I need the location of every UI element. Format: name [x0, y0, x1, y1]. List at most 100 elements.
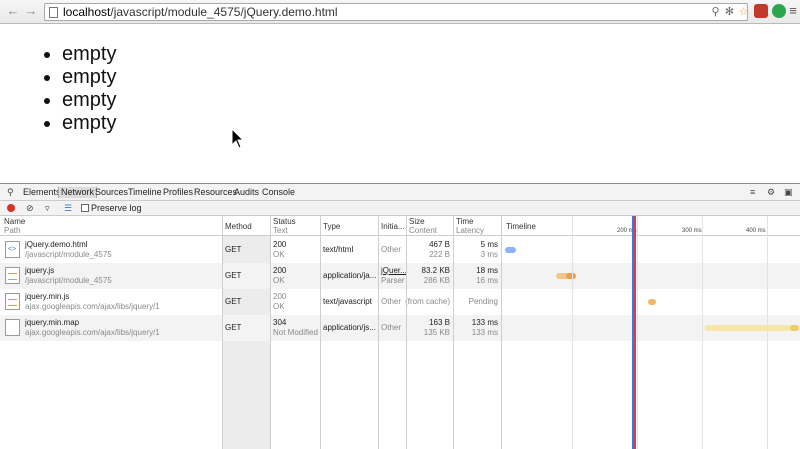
row-latency: 16 ms	[476, 276, 498, 285]
col-method[interactable]: Method	[225, 222, 252, 231]
row-name: jquery.min.js	[25, 292, 70, 301]
row-status: 200	[273, 266, 287, 275]
row-initiator: Other	[381, 323, 402, 332]
row-time: 18 ms	[476, 266, 498, 275]
row-path: ajax.googleapis.com/ajax/libs/jquery/1	[25, 328, 160, 337]
tab-sources[interactable]: Sources	[95, 187, 128, 198]
row-time: 5 ms	[480, 240, 498, 249]
row-size: 163 B	[429, 318, 450, 327]
table-row[interactable]: jquery.min.map ajax.googleapis.com/ajax/l…	[0, 315, 800, 341]
col-type[interactable]: Type	[323, 222, 340, 231]
tab-network[interactable]: Network	[58, 187, 98, 198]
record-icon[interactable]	[7, 204, 15, 212]
col-name[interactable]: Name Path	[4, 217, 25, 235]
row-latency: 3 ms	[480, 250, 498, 259]
row-initiator-link[interactable]: jQuer...	[381, 266, 407, 275]
row-status-text: OK	[273, 276, 285, 285]
row-status: 200	[273, 292, 287, 301]
menu-icon[interactable]: ≡	[786, 4, 800, 18]
bookmark-star-icon[interactable]: ☆	[737, 6, 750, 19]
gear-icon[interactable]: ⚙	[767, 187, 775, 197]
timeline-bar	[705, 325, 799, 331]
list-item: empty	[62, 43, 116, 66]
list-item: empty	[62, 89, 116, 112]
tab-console[interactable]: Console	[262, 187, 295, 198]
row-status: 304	[273, 318, 287, 327]
tab-resources[interactable]: Resources	[194, 187, 237, 198]
row-name: jquery.js	[25, 266, 55, 275]
row-path: /javascript/module_4575	[25, 276, 112, 285]
table-header: Name Path Method Status Text Type Initia..…	[0, 216, 800, 236]
extension-icon[interactable]	[754, 4, 768, 18]
row-name: jQuery.demo.html	[25, 240, 88, 249]
devtools-tabbar: ⚲ Elements Network Sources Timeline Prof…	[0, 184, 800, 201]
preserve-log-label: Preserve log	[91, 203, 142, 213]
network-table: Name Path Method Status Text Type Initia..…	[0, 216, 800, 449]
row-size: 83.2 KB	[421, 266, 450, 275]
row-time: Pending	[468, 297, 498, 306]
col-status[interactable]: Status Text	[273, 217, 296, 235]
timeline-tick: 300 ms	[682, 228, 702, 234]
row-status-text: OK	[273, 250, 285, 259]
extension-puzzle-icon[interactable]: ✻	[723, 6, 736, 19]
row-method: GET	[225, 271, 242, 280]
tab-elements[interactable]: Elements	[23, 187, 61, 198]
extension-green-icon[interactable]	[772, 4, 786, 18]
timeline-tick: 400 ms	[746, 228, 766, 234]
timeline-bar-receive	[790, 325, 799, 331]
row-type: text/html	[323, 245, 354, 254]
col-timeline[interactable]: Timeline	[506, 222, 536, 231]
timeline-bar-receive	[566, 273, 576, 279]
row-type: text/javascript	[323, 297, 372, 306]
preserve-log-checkbox[interactable]	[81, 204, 89, 212]
col-size[interactable]: Size Content	[409, 217, 437, 235]
row-status: 200	[273, 240, 287, 249]
row-method: GET	[225, 297, 242, 306]
row-time: 133 ms	[471, 318, 498, 327]
address-bar[interactable]: localhost/javascript/module_4575/jQuery.…	[44, 3, 748, 21]
zoom-icon[interactable]: ⚲	[709, 6, 722, 19]
filter-icon[interactable]: ▿	[45, 203, 50, 213]
html-file-icon: <>	[5, 241, 20, 258]
table-row[interactable]: <> jQuery.demo.html/javascript/module_45…	[0, 237, 800, 263]
table-row[interactable]: jquery.js/javascript/module_4575 GET 200…	[0, 263, 800, 289]
row-type: application/js...	[323, 323, 376, 332]
col-time[interactable]: Time Latency	[456, 217, 484, 235]
generic-file-icon	[5, 319, 20, 336]
network-toolbar: ⊘ ▿ ☰ Preserve log	[0, 201, 800, 216]
list-item: empty	[62, 66, 116, 89]
row-size: 467 B	[429, 240, 450, 249]
tab-audits[interactable]: Audits	[234, 187, 259, 198]
col-initiator[interactable]: Initia...	[381, 222, 405, 231]
timeline-bar	[648, 299, 656, 305]
table-row[interactable]: jquery.min.js ajax.googleapis.com/ajax/li…	[0, 289, 800, 315]
row-initiator: Other	[381, 297, 402, 306]
row-name: jquery.min.map	[25, 318, 80, 327]
url-host: localhost	[63, 5, 111, 19]
load-event-marker	[634, 216, 636, 449]
search-icon[interactable]: ⚲	[7, 187, 14, 197]
row-initiator: Other	[381, 245, 402, 254]
drawer-icon[interactable]: ≡	[750, 187, 755, 197]
row-content: 286 KB	[423, 276, 450, 285]
tab-profiles[interactable]: Profiles	[163, 187, 193, 198]
row-status-text: Not Modified	[273, 328, 318, 337]
page-icon	[49, 7, 58, 18]
dock-icon[interactable]: ▣	[784, 187, 793, 197]
back-icon[interactable]: ←	[6, 4, 20, 18]
large-rows-icon[interactable]: ☰	[64, 203, 72, 213]
forward-icon[interactable]: →	[24, 4, 38, 18]
item-list: empty empty empty empty	[60, 43, 116, 135]
devtools-panel: ⚲ Elements Network Sources Timeline Prof…	[0, 183, 800, 449]
row-method: GET	[225, 245, 242, 254]
tab-timeline[interactable]: Timeline	[128, 187, 162, 198]
row-size: (from cache)	[405, 297, 450, 306]
row-latency: 133 ms	[471, 328, 498, 337]
url-path: /javascript/module_4575/jQuery.demo.html	[110, 5, 338, 19]
row-path: ajax.googleapis.com/ajax/libs/jquery/1	[25, 302, 160, 311]
clear-icon[interactable]: ⊘	[26, 203, 34, 213]
row-path: /javascript/module_4575	[25, 250, 112, 259]
row-initiator-sub: Parser	[381, 276, 405, 285]
script-file-icon	[5, 267, 20, 284]
mouse-cursor-icon	[231, 128, 245, 149]
